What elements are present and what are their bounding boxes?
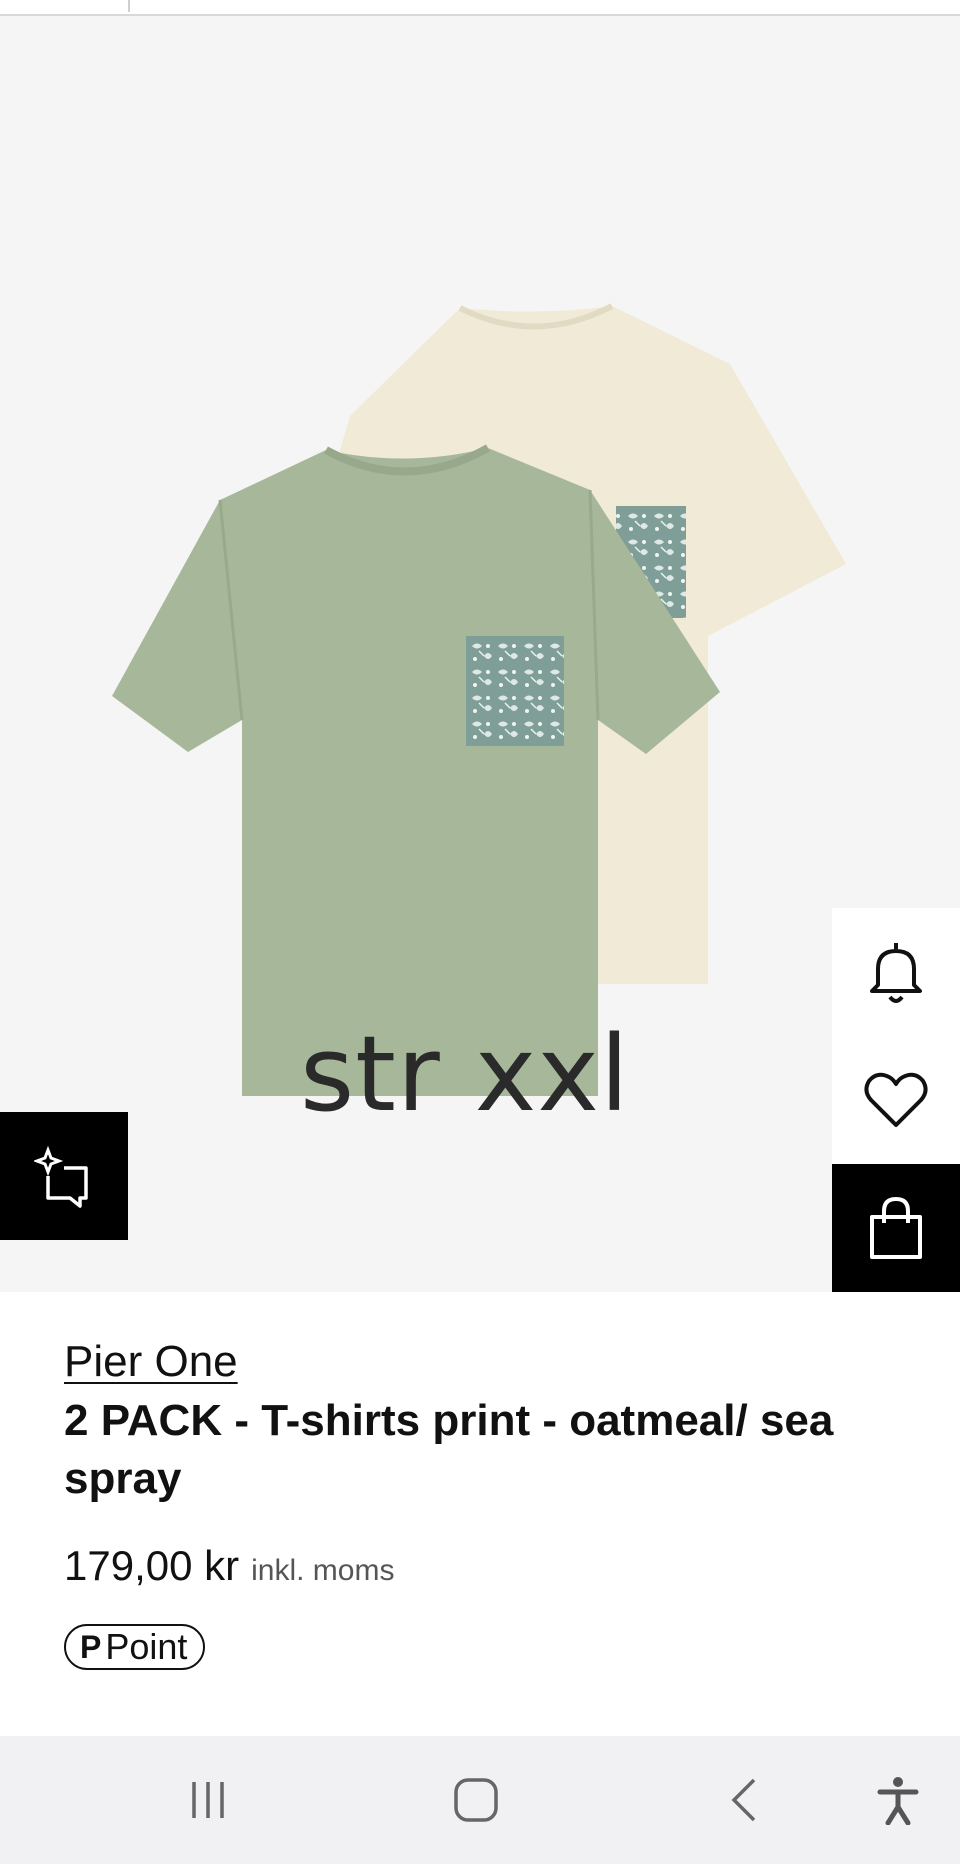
accessibility-button[interactable] — [868, 1770, 928, 1830]
point-icon: P — [80, 1628, 102, 1665]
product-action-bar — [832, 908, 960, 1292]
recent-apps-icon — [192, 1782, 224, 1818]
shopping-bag-icon — [870, 1196, 922, 1259]
point-label: Point — [105, 1626, 188, 1667]
front-shirt-pocket — [466, 636, 564, 746]
recent-apps-button[interactable] — [178, 1770, 238, 1830]
point-badge[interactable]: P Point — [64, 1624, 206, 1670]
add-to-cart-button[interactable] — [832, 1164, 960, 1292]
product-title: 2 PACK - T-shirts print - oatmeal/ sea s… — [64, 1396, 834, 1503]
notify-button[interactable] — [832, 908, 960, 1036]
system-navigation-bar — [0, 1736, 960, 1864]
product-info: Pier One 2 PACK - T-shirts print - oatme… — [64, 1336, 924, 1670]
product-price: 179,00 kr — [64, 1542, 240, 1589]
home-icon — [454, 1778, 498, 1822]
top-bar-divider — [128, 0, 130, 12]
wishlist-button[interactable] — [832, 1036, 960, 1164]
brand-link[interactable]: Pier One — [64, 1336, 238, 1388]
back-icon — [731, 1778, 756, 1822]
vat-note: inkl. moms — [251, 1554, 395, 1587]
sparkle-chat-icon — [34, 1145, 88, 1208]
accessibility-icon — [877, 1777, 919, 1825]
product-image-carousel[interactable]: str xxl — [0, 16, 960, 1292]
top-url-bar — [0, 0, 960, 16]
back-button[interactable] — [714, 1770, 774, 1830]
price-row: 179,00 kr inkl. moms — [64, 1542, 924, 1590]
ai-assistant-button[interactable] — [0, 1112, 128, 1240]
size-overlay-text: str xxl — [300, 1013, 630, 1135]
heart-icon — [864, 1072, 928, 1127]
home-button[interactable] — [446, 1770, 506, 1830]
bell-icon — [870, 943, 922, 1003]
